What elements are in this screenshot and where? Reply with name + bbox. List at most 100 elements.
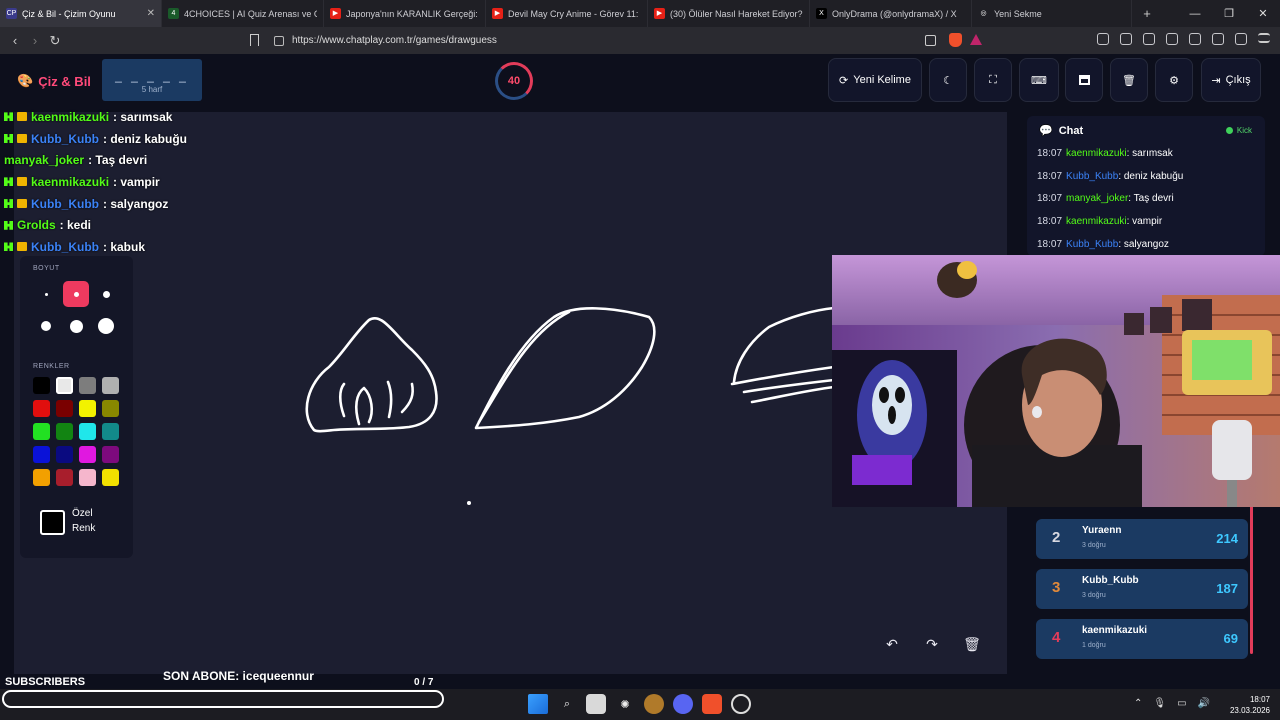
new-tab-button[interactable]: + bbox=[1132, 6, 1162, 21]
color-swatch[interactable] bbox=[56, 446, 73, 463]
color-swatch[interactable] bbox=[79, 423, 96, 440]
bookmark-icon[interactable] bbox=[250, 34, 259, 46]
undo-icon[interactable]: ↶ bbox=[878, 630, 906, 658]
tab-5[interactable]: ▶ (30) Ölüler Nasıl Hareket Ediyor? - Yo bbox=[648, 0, 810, 27]
brave-browser-icon[interactable] bbox=[702, 694, 722, 714]
color-swatch[interactable] bbox=[102, 400, 119, 417]
color-swatch[interactable] bbox=[102, 469, 119, 486]
chatgpt-icon[interactable]: ✺ bbox=[615, 694, 635, 714]
microphone-icon[interactable]: 🎙 bbox=[1153, 698, 1166, 709]
redo-icon[interactable]: ↷ bbox=[918, 630, 946, 658]
tab-6[interactable]: X OnlyDrama (@onlydramaX) / X bbox=[810, 0, 972, 27]
reload-icon[interactable]: ↻ bbox=[45, 33, 65, 49]
word-mask: _ _ _ _ _ bbox=[115, 69, 189, 83]
menu-icon[interactable] bbox=[1258, 33, 1270, 43]
app-icon[interactable] bbox=[644, 694, 664, 714]
window-controls: — ❐ ✕ bbox=[1178, 0, 1280, 27]
size-option-3[interactable] bbox=[93, 281, 119, 307]
tab-4[interactable]: ▶ Devil May Cry Anime - Görev 11: Gö bbox=[486, 0, 648, 27]
brave-shield-icon[interactable] bbox=[949, 33, 962, 47]
chevron-up-icon[interactable]: ⌃ bbox=[1134, 698, 1142, 709]
tab-7[interactable]: ◎ Yeni Sekme bbox=[972, 0, 1132, 27]
network-icon[interactable]: ▭ bbox=[1177, 698, 1186, 709]
color-swatch[interactable] bbox=[33, 446, 50, 463]
size-option-2[interactable] bbox=[63, 281, 89, 307]
size-option-1[interactable] bbox=[33, 281, 59, 307]
color-swatch[interactable] bbox=[79, 400, 96, 417]
color-swatch[interactable] bbox=[33, 423, 50, 440]
share-icon[interactable] bbox=[925, 35, 936, 46]
minimize-icon[interactable]: — bbox=[1178, 0, 1212, 27]
color-swatch[interactable] bbox=[79, 377, 96, 394]
close-window-icon[interactable]: ✕ bbox=[1246, 0, 1280, 27]
leo-icon[interactable] bbox=[1212, 33, 1224, 45]
overlay-chat-user: kaenmikazuki bbox=[31, 174, 110, 189]
color-swatch[interactable] bbox=[56, 377, 73, 394]
app-icon[interactable] bbox=[731, 694, 751, 714]
leaderboard-name: Yuraenn bbox=[1082, 525, 1122, 536]
custom-color-swatch[interactable] bbox=[40, 510, 65, 535]
theme-toggle-button[interactable]: ☾ bbox=[929, 58, 967, 102]
wallet-icon[interactable] bbox=[1189, 33, 1201, 45]
archive-button[interactable] bbox=[1065, 58, 1103, 102]
size-option-4[interactable] bbox=[33, 313, 59, 339]
crown-badge-icon bbox=[17, 199, 27, 209]
brave-rewards-icon[interactable] bbox=[970, 34, 982, 45]
trash-icon[interactable]: 🗑 bbox=[958, 630, 986, 658]
close-tab-icon[interactable]: ✕ bbox=[147, 8, 155, 19]
color-swatch[interactable] bbox=[79, 469, 96, 486]
leaderboard-scroll-indicator bbox=[1250, 504, 1253, 654]
color-swatch[interactable] bbox=[56, 400, 73, 417]
app-logo[interactable]: 🎨 Çiz & Bil bbox=[17, 73, 91, 89]
forward-icon[interactable]: › bbox=[25, 33, 45, 48]
search-icon[interactable]: ⌕ bbox=[557, 694, 577, 714]
color-swatch[interactable] bbox=[79, 446, 96, 463]
file-explorer-icon[interactable] bbox=[586, 694, 606, 714]
youtube-favicon-icon: ▶ bbox=[492, 8, 503, 19]
keyboard-button[interactable]: ⌨ bbox=[1019, 58, 1059, 102]
settings-button[interactable]: ⚙ bbox=[1155, 58, 1193, 102]
moon-icon: ☾ bbox=[943, 74, 953, 87]
color-swatch[interactable] bbox=[102, 423, 119, 440]
back-icon[interactable]: ‹ bbox=[5, 33, 25, 48]
extension-icon[interactable] bbox=[1097, 33, 1109, 45]
clear-button[interactable]: 🗑 bbox=[1110, 58, 1148, 102]
color-swatch[interactable] bbox=[56, 423, 73, 440]
chat-user: kaenmikazuki bbox=[1066, 148, 1127, 159]
address-bar: ‹ › ↻ https://www.chatplay.com.tr/games/… bbox=[0, 27, 1280, 54]
exit-button[interactable]: ⇥ Çıkış bbox=[1201, 58, 1261, 102]
webcam-overlay bbox=[832, 255, 1280, 507]
color-swatch[interactable] bbox=[33, 377, 50, 394]
word-hint: 5 harf bbox=[141, 85, 163, 94]
custom-color-label[interactable]: Özel Renk bbox=[72, 506, 95, 536]
maximize-icon[interactable]: ❐ bbox=[1212, 0, 1246, 27]
discord-icon[interactable] bbox=[673, 694, 693, 714]
sidebar-icon[interactable] bbox=[1166, 33, 1178, 45]
fullscreen-button[interactable]: ⛶ bbox=[974, 58, 1012, 102]
new-word-button[interactable]: ⟳ Yeni Kelime bbox=[828, 58, 922, 102]
leaderboard-correct-count: 3 doğru bbox=[1082, 592, 1106, 599]
color-swatch[interactable] bbox=[33, 469, 50, 486]
color-swatch[interactable] bbox=[33, 400, 50, 417]
tab-3[interactable]: ▶ Japonya'nın KARANLIK Gerçeği: Ned bbox=[324, 0, 486, 27]
url-field[interactable]: https://www.chatplay.com.tr/games/drawgu… bbox=[268, 31, 990, 50]
windows-start-icon[interactable] bbox=[528, 694, 548, 714]
tab-1[interactable]: CP Çiz & Bil - Çizim Oyunu ✕ bbox=[0, 0, 162, 27]
stroke-dot bbox=[467, 501, 471, 505]
site-info-icon[interactable] bbox=[274, 35, 284, 46]
color-swatch[interactable] bbox=[102, 446, 119, 463]
extension-icon[interactable] bbox=[1120, 33, 1132, 45]
size-option-5[interactable] bbox=[63, 313, 89, 339]
custom-label-line1: Özel bbox=[72, 508, 93, 519]
system-clock[interactable]: 18:07 23.03.2026 bbox=[1230, 694, 1270, 716]
color-swatch[interactable] bbox=[102, 377, 119, 394]
volume-icon[interactable]: 🔊 bbox=[1198, 698, 1210, 709]
tab-2[interactable]: 4 4CHOICES | AI Quiz Arenası ve Gerçe bbox=[162, 0, 324, 27]
stroke bbox=[354, 386, 374, 426]
vpn-icon[interactable] bbox=[1235, 33, 1247, 45]
size-option-6[interactable] bbox=[93, 313, 119, 339]
kick-badge-icon bbox=[4, 199, 13, 209]
chat-panel: 💬 Chat Kick 18:07 kaenmikazuki: sarımsak 1… bbox=[1027, 116, 1265, 256]
music-icon[interactable] bbox=[1143, 33, 1155, 45]
color-swatch[interactable] bbox=[56, 469, 73, 486]
